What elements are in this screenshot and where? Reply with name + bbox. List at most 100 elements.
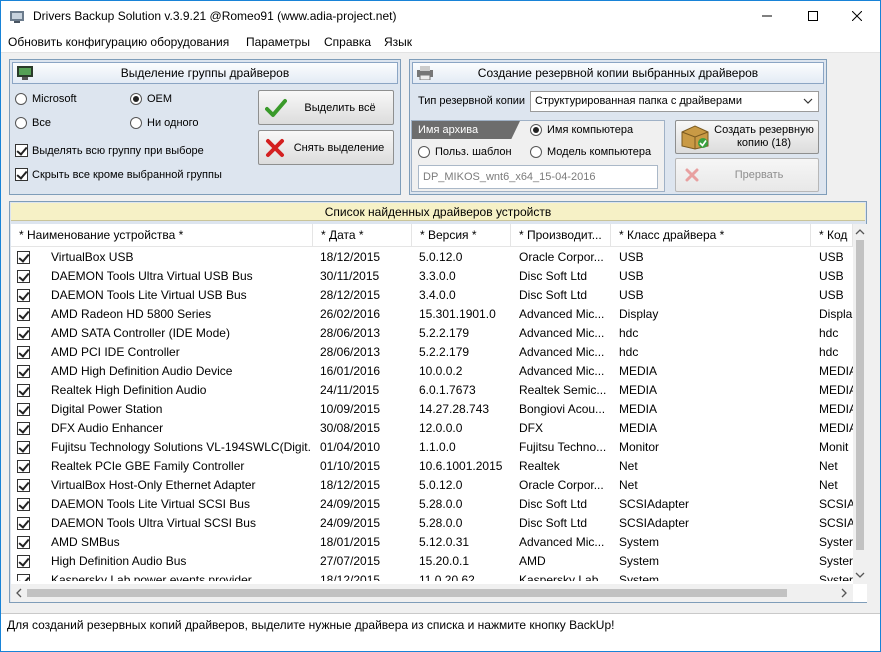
table-row[interactable]: DAEMON Tools Lite Virtual SCSI Bus 24/09/…	[11, 495, 853, 514]
row-checkbox[interactable]	[17, 460, 30, 473]
row-checkbox[interactable]	[17, 517, 30, 530]
radio-computer-model[interactable]: Модель компьютера	[530, 146, 651, 158]
cell-manufacturer: Disc Soft Ltd	[519, 269, 588, 283]
checkbox-select-group[interactable]: Выделять всю группу при выборе	[15, 144, 204, 157]
checkbox-hide-others[interactable]: Скрыть все кроме выбранной группы	[15, 168, 222, 181]
table-row[interactable]: DAEMON Tools Ultra Virtual USB Bus 30/11/…	[11, 267, 853, 286]
cell-class: SCSIAdapter	[619, 497, 690, 511]
col-header-date[interactable]: * Дата *	[313, 224, 412, 247]
close-icon	[852, 11, 862, 21]
menu-parameters[interactable]: Параметры	[246, 35, 310, 49]
row-checkbox[interactable]	[17, 270, 30, 283]
cell-name: Digital Power Station	[51, 402, 163, 416]
vertical-scroll-thumb[interactable]	[856, 240, 864, 550]
checkbox-select-group-box	[15, 144, 28, 157]
table-row[interactable]: Fujitsu Technology Solutions VL-194SWLC(…	[11, 438, 853, 457]
minimize-button[interactable]	[744, 1, 790, 31]
row-checkbox[interactable]	[17, 536, 30, 549]
table-row[interactable]: High Definition Audio Bus 27/07/2015 15.20…	[11, 552, 853, 571]
cell-class: USB	[619, 288, 644, 302]
horizontal-scroll-thumb[interactable]	[27, 589, 787, 597]
row-checkbox[interactable]	[17, 251, 30, 264]
radio-all[interactable]: Все	[15, 117, 51, 129]
row-checkbox[interactable]	[17, 327, 30, 340]
backup-panel-header: Создание резервной копии выбранных драйв…	[412, 62, 824, 84]
title-bar: Drivers Backup Solution v.3.9.21 @Romeo9…	[1, 1, 880, 31]
select-all-button[interactable]: Выделить всё	[258, 90, 394, 125]
table-row[interactable]: DAEMON Tools Lite Virtual USB Bus 28/12/2…	[11, 286, 853, 305]
radio-computer-model-dot	[530, 146, 542, 158]
col-header-name[interactable]: * Наименование устройства *	[11, 224, 313, 247]
row-checkbox[interactable]	[17, 498, 30, 511]
cell-class: USB	[619, 250, 644, 264]
row-checkbox[interactable]	[17, 289, 30, 302]
table-row[interactable]: AMD High Definition Audio Device 16/01/20…	[11, 362, 853, 381]
row-checkbox[interactable]	[17, 403, 30, 416]
col-header-code[interactable]: * Код	[811, 224, 853, 247]
archive-name-field[interactable]: DP_MIKOS_wnt6_x64_15-04-2016	[418, 165, 658, 189]
row-checkbox[interactable]	[17, 574, 30, 581]
table-row[interactable]: VirtualBox Host-Only Ethernet Adapter 18/…	[11, 476, 853, 495]
cell-date: 24/09/2015	[320, 497, 381, 511]
table-row[interactable]: AMD Radeon HD 5800 Series 26/02/2016 15.30…	[11, 305, 853, 324]
cell-version: 5.0.12.0	[419, 478, 463, 492]
cell-code: Monit	[819, 440, 849, 454]
radio-none-dot	[130, 117, 142, 129]
row-checkbox[interactable]	[17, 308, 30, 321]
radio-oem[interactable]: OEM	[130, 93, 172, 105]
menu-refresh-config[interactable]: Обновить конфигурацию оборудования	[8, 35, 229, 49]
row-checkbox[interactable]	[17, 384, 30, 397]
deselect-button[interactable]: Снять выделение	[258, 130, 394, 165]
close-button[interactable]	[834, 1, 880, 31]
cell-manufacturer: Disc Soft Ltd	[519, 497, 588, 511]
abort-button[interactable]: Прервать	[675, 158, 819, 192]
cell-code: USB	[819, 269, 844, 283]
table-row[interactable]: Digital Power Station 10/09/2015 14.27.28.…	[11, 400, 853, 419]
cell-version: 3.3.0.0	[419, 269, 456, 283]
row-checkbox[interactable]	[17, 422, 30, 435]
cell-name: Realtek PCIe GBE Family Controller	[51, 459, 245, 473]
table-row[interactable]: AMD PCI IDE Controller 28/06/2013 5.2.2.17…	[11, 343, 853, 362]
menu-language[interactable]: Язык	[384, 35, 412, 49]
radio-computer-name[interactable]: Имя компьютера	[530, 124, 633, 136]
driver-list-panel: Список найденных драйверов устройств * Н…	[9, 201, 867, 603]
maximize-button[interactable]	[790, 1, 836, 31]
cell-class: Monitor	[619, 440, 660, 454]
table-row[interactable]: Realtek High Definition Audio 24/11/2015 6…	[11, 381, 853, 400]
cell-name: AMD SMBus	[51, 535, 120, 549]
cell-date: 24/09/2015	[320, 516, 381, 530]
col-header-manufacturer[interactable]: * Производит...	[511, 224, 611, 247]
backup-type-select[interactable]: Структурированная папка с драйверами	[530, 91, 819, 112]
row-checkbox[interactable]	[17, 365, 30, 378]
menu-help[interactable]: Справка	[324, 35, 371, 49]
row-checkbox[interactable]	[17, 441, 30, 454]
row-checkbox[interactable]	[17, 346, 30, 359]
table-row[interactable]: DFX Audio Enhancer 30/08/2015 12.0.0.0 DFX M…	[11, 419, 853, 438]
cell-version: 15.20.0.1	[419, 554, 470, 568]
cell-manufacturer: Oracle Corpor...	[519, 478, 604, 492]
table-row[interactable]: Realtek PCIe GBE Family Controller 01/10/…	[11, 457, 853, 476]
radio-microsoft-dot	[15, 93, 27, 105]
row-checkbox[interactable]	[17, 555, 30, 568]
cell-manufacturer: Bongiovi Acou...	[519, 402, 606, 416]
radio-microsoft[interactable]: Microsoft	[15, 93, 77, 105]
box-icon	[681, 125, 709, 150]
col-header-class[interactable]: * Класс драйвера *	[611, 224, 811, 247]
cell-code: MEDIA	[819, 421, 853, 435]
cell-class: System	[619, 554, 660, 568]
table-row[interactable]: DAEMON Tools Ultra Virtual SCSI Bus 24/09…	[11, 514, 853, 533]
col-header-version[interactable]: * Версия *	[412, 224, 511, 247]
row-checkbox[interactable]	[17, 479, 30, 492]
backup-type-label: Тип резервной копии	[418, 95, 526, 107]
cell-version: 14.27.28.743	[419, 402, 490, 416]
horizontal-scrollbar[interactable]	[11, 584, 853, 602]
vertical-scrollbar[interactable]	[853, 224, 867, 584]
table-row[interactable]: AMD SATA Controller (IDE Mode) 28/06/2013…	[11, 324, 853, 343]
cell-class: USB	[619, 269, 644, 283]
radio-user-template[interactable]: Польз. шаблон	[418, 146, 512, 158]
table-row[interactable]: AMD SMBus 18/01/2015 5.12.0.31 Advanced Mic…	[11, 533, 853, 552]
radio-none[interactable]: Ни одного	[130, 117, 199, 129]
create-backup-button[interactable]: Создать резервную копию (18)	[675, 120, 819, 154]
table-row[interactable]: VirtualBox USB 18/12/2015 5.0.12.0 Oracle C…	[11, 248, 853, 267]
table-row[interactable]: Kaspersky Lab power events provider 18/12…	[11, 571, 853, 581]
